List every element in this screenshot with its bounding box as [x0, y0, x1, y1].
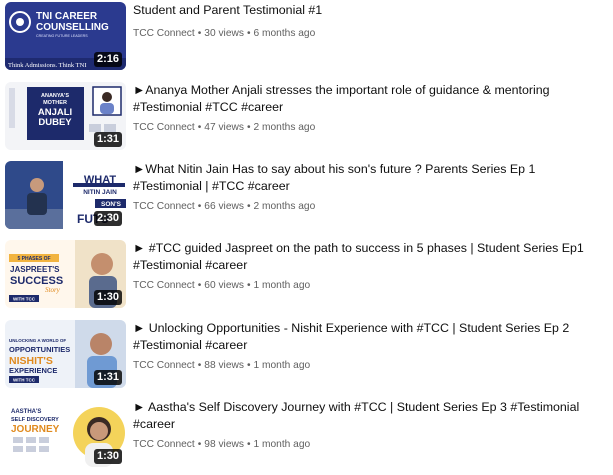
video-info: ► Unlocking Opportunities - Nishit Exper… — [133, 320, 607, 372]
video-thumbnail[interactable]: WHAT NITIN JAIN SON'S FUTU 2:30 — [5, 161, 126, 229]
separator-dot: • — [197, 360, 202, 371]
video-title[interactable]: ►Ananya Mother Anjali stresses the impor… — [133, 82, 607, 116]
video-thumbnail[interactable]: AASTHA'S SELF DISCOVERY JOURNEY 1:30 — [5, 399, 126, 467]
separator-dot: • — [197, 439, 202, 450]
separator-dot: • — [246, 201, 251, 212]
duration-badge: 2:30 — [93, 211, 122, 226]
separator-dot: • — [197, 28, 202, 39]
thumb-text: AASTHA'S — [11, 409, 41, 415]
channel-name[interactable]: TCC Connect — [133, 28, 195, 39]
video-info: ►What Nitin Jain Has to say about his so… — [133, 161, 607, 213]
video-item[interactable]: WHAT NITIN JAIN SON'S FUTU 2:30 ►What Ni… — [0, 161, 613, 237]
thumb-text: UNLOCKING A WORLD OF — [9, 338, 66, 343]
duration-badge: 1:30 — [93, 290, 122, 305]
view-count: 47 views — [204, 122, 244, 133]
view-count: 60 views — [204, 280, 244, 291]
separator-dot: • — [197, 122, 202, 133]
video-title[interactable]: ► Aastha's Self Discovery Journey with #… — [133, 399, 607, 433]
video-title[interactable]: ► #TCC guided Jaspreet on the path to su… — [133, 240, 607, 274]
separator-dot: • — [246, 360, 251, 371]
upload-age: 6 months ago — [253, 28, 316, 39]
video-item[interactable]: TNI CAREER COUNSELLING CREATING FUTURE L… — [0, 2, 613, 78]
thumb-text: CREATING FUTURE LEADERS — [36, 34, 88, 38]
channel-name[interactable]: TCC Connect — [133, 439, 195, 450]
video-info: ► Aastha's Self Discovery Journey with #… — [133, 399, 607, 451]
video-thumbnail[interactable]: TNI CAREER COUNSELLING CREATING FUTURE L… — [5, 2, 126, 70]
thumb-text: WHAT — [84, 174, 116, 186]
video-item[interactable]: UNLOCKING A WORLD OF OPPORTUNITIES NISHI… — [0, 320, 613, 396]
video-meta: TCC Connect • 98 views • 1 month ago — [133, 438, 607, 451]
thumb-text: COUNSELLING — [36, 22, 109, 33]
video-thumbnail[interactable]: UNLOCKING A WORLD OF OPPORTUNITIES NISHI… — [5, 320, 126, 388]
channel-name[interactable]: TCC Connect — [133, 201, 195, 212]
duration-badge: 1:31 — [93, 132, 122, 147]
thumb-text: OPPORTUNITIES — [9, 345, 70, 354]
video-meta: TCC Connect • 88 views • 1 month ago — [133, 359, 607, 372]
video-item[interactable]: ANANYA'S MOTHER ANJALI DUBEY 1:31 ►Anany… — [0, 82, 613, 158]
view-count: 98 views — [204, 439, 244, 450]
channel-name[interactable]: TCC Connect — [133, 122, 195, 133]
separator-dot: • — [197, 201, 202, 212]
video-info: ► #TCC guided Jaspreet on the path to su… — [133, 240, 607, 292]
thumb-text: JASPREET'S — [10, 265, 60, 274]
thumb-text: SON'S — [101, 201, 122, 208]
duration-badge: 1:31 — [93, 370, 122, 385]
channel-name[interactable]: TCC Connect — [133, 280, 195, 291]
video-title[interactable]: ►What Nitin Jain Has to say about his so… — [133, 161, 607, 195]
thumb-text: EXPERIENCE — [9, 366, 57, 375]
thumb-text: Story — [45, 286, 61, 294]
view-count: 30 views — [204, 28, 244, 39]
video-info: ►Ananya Mother Anjali stresses the impor… — [133, 82, 607, 134]
thumb-text: MOTHER — [43, 100, 67, 106]
thumb-text: DUBEY — [38, 117, 72, 128]
thumb-text: Think Admissions. Think TNI — [8, 62, 87, 69]
upload-age: 1 month ago — [253, 360, 311, 371]
thumb-text: ANANYA'S — [41, 93, 69, 99]
separator-dot: • — [246, 280, 251, 291]
separator-dot: • — [246, 439, 251, 450]
thumb-text: NITIN JAIN — [83, 189, 117, 196]
thumb-text: JOURNEY — [11, 424, 60, 435]
duration-badge: 1:30 — [93, 449, 122, 464]
thumb-text: WITH TCC — [13, 378, 36, 383]
upload-age: 1 month ago — [253, 280, 311, 291]
upload-age: 2 months ago — [253, 201, 316, 212]
thumb-text: 5 PHASES OF — [17, 256, 50, 262]
thumb-text: SELF DISCOVERY — [11, 417, 59, 423]
video-meta: TCC Connect • 30 views • 6 months ago — [133, 27, 607, 40]
video-meta: TCC Connect • 60 views • 1 month ago — [133, 279, 607, 292]
upload-age: 2 months ago — [253, 122, 316, 133]
thumb-text: TNI CAREER — [36, 11, 98, 22]
view-count: 66 views — [204, 201, 244, 212]
video-meta: TCC Connect • 66 views • 2 months ago — [133, 200, 607, 213]
video-info: Student and Parent Testimonial #1 TCC Co… — [133, 2, 607, 40]
video-item[interactable]: 5 PHASES OF JASPREET'S SUCCESS Story WIT… — [0, 240, 613, 316]
thumb-text: WITH TCC — [13, 297, 36, 302]
video-title[interactable]: Student and Parent Testimonial #1 — [133, 2, 607, 19]
view-count: 88 views — [204, 360, 244, 371]
video-title[interactable]: ► Unlocking Opportunities - Nishit Exper… — [133, 320, 607, 354]
channel-name[interactable]: TCC Connect — [133, 360, 195, 371]
video-thumbnail[interactable]: ANANYA'S MOTHER ANJALI DUBEY 1:31 — [5, 82, 126, 150]
duration-badge: 2:16 — [93, 52, 122, 67]
separator-dot: • — [246, 28, 251, 39]
video-thumbnail[interactable]: 5 PHASES OF JASPREET'S SUCCESS Story WIT… — [5, 240, 126, 308]
separator-dot: • — [246, 122, 251, 133]
upload-age: 1 month ago — [253, 439, 311, 450]
video-item[interactable]: AASTHA'S SELF DISCOVERY JOURNEY 1:30 ► A… — [0, 399, 613, 475]
video-list: TNI CAREER COUNSELLING CREATING FUTURE L… — [0, 0, 613, 473]
video-meta: TCC Connect • 47 views • 2 months ago — [133, 121, 607, 134]
separator-dot: • — [197, 280, 202, 291]
